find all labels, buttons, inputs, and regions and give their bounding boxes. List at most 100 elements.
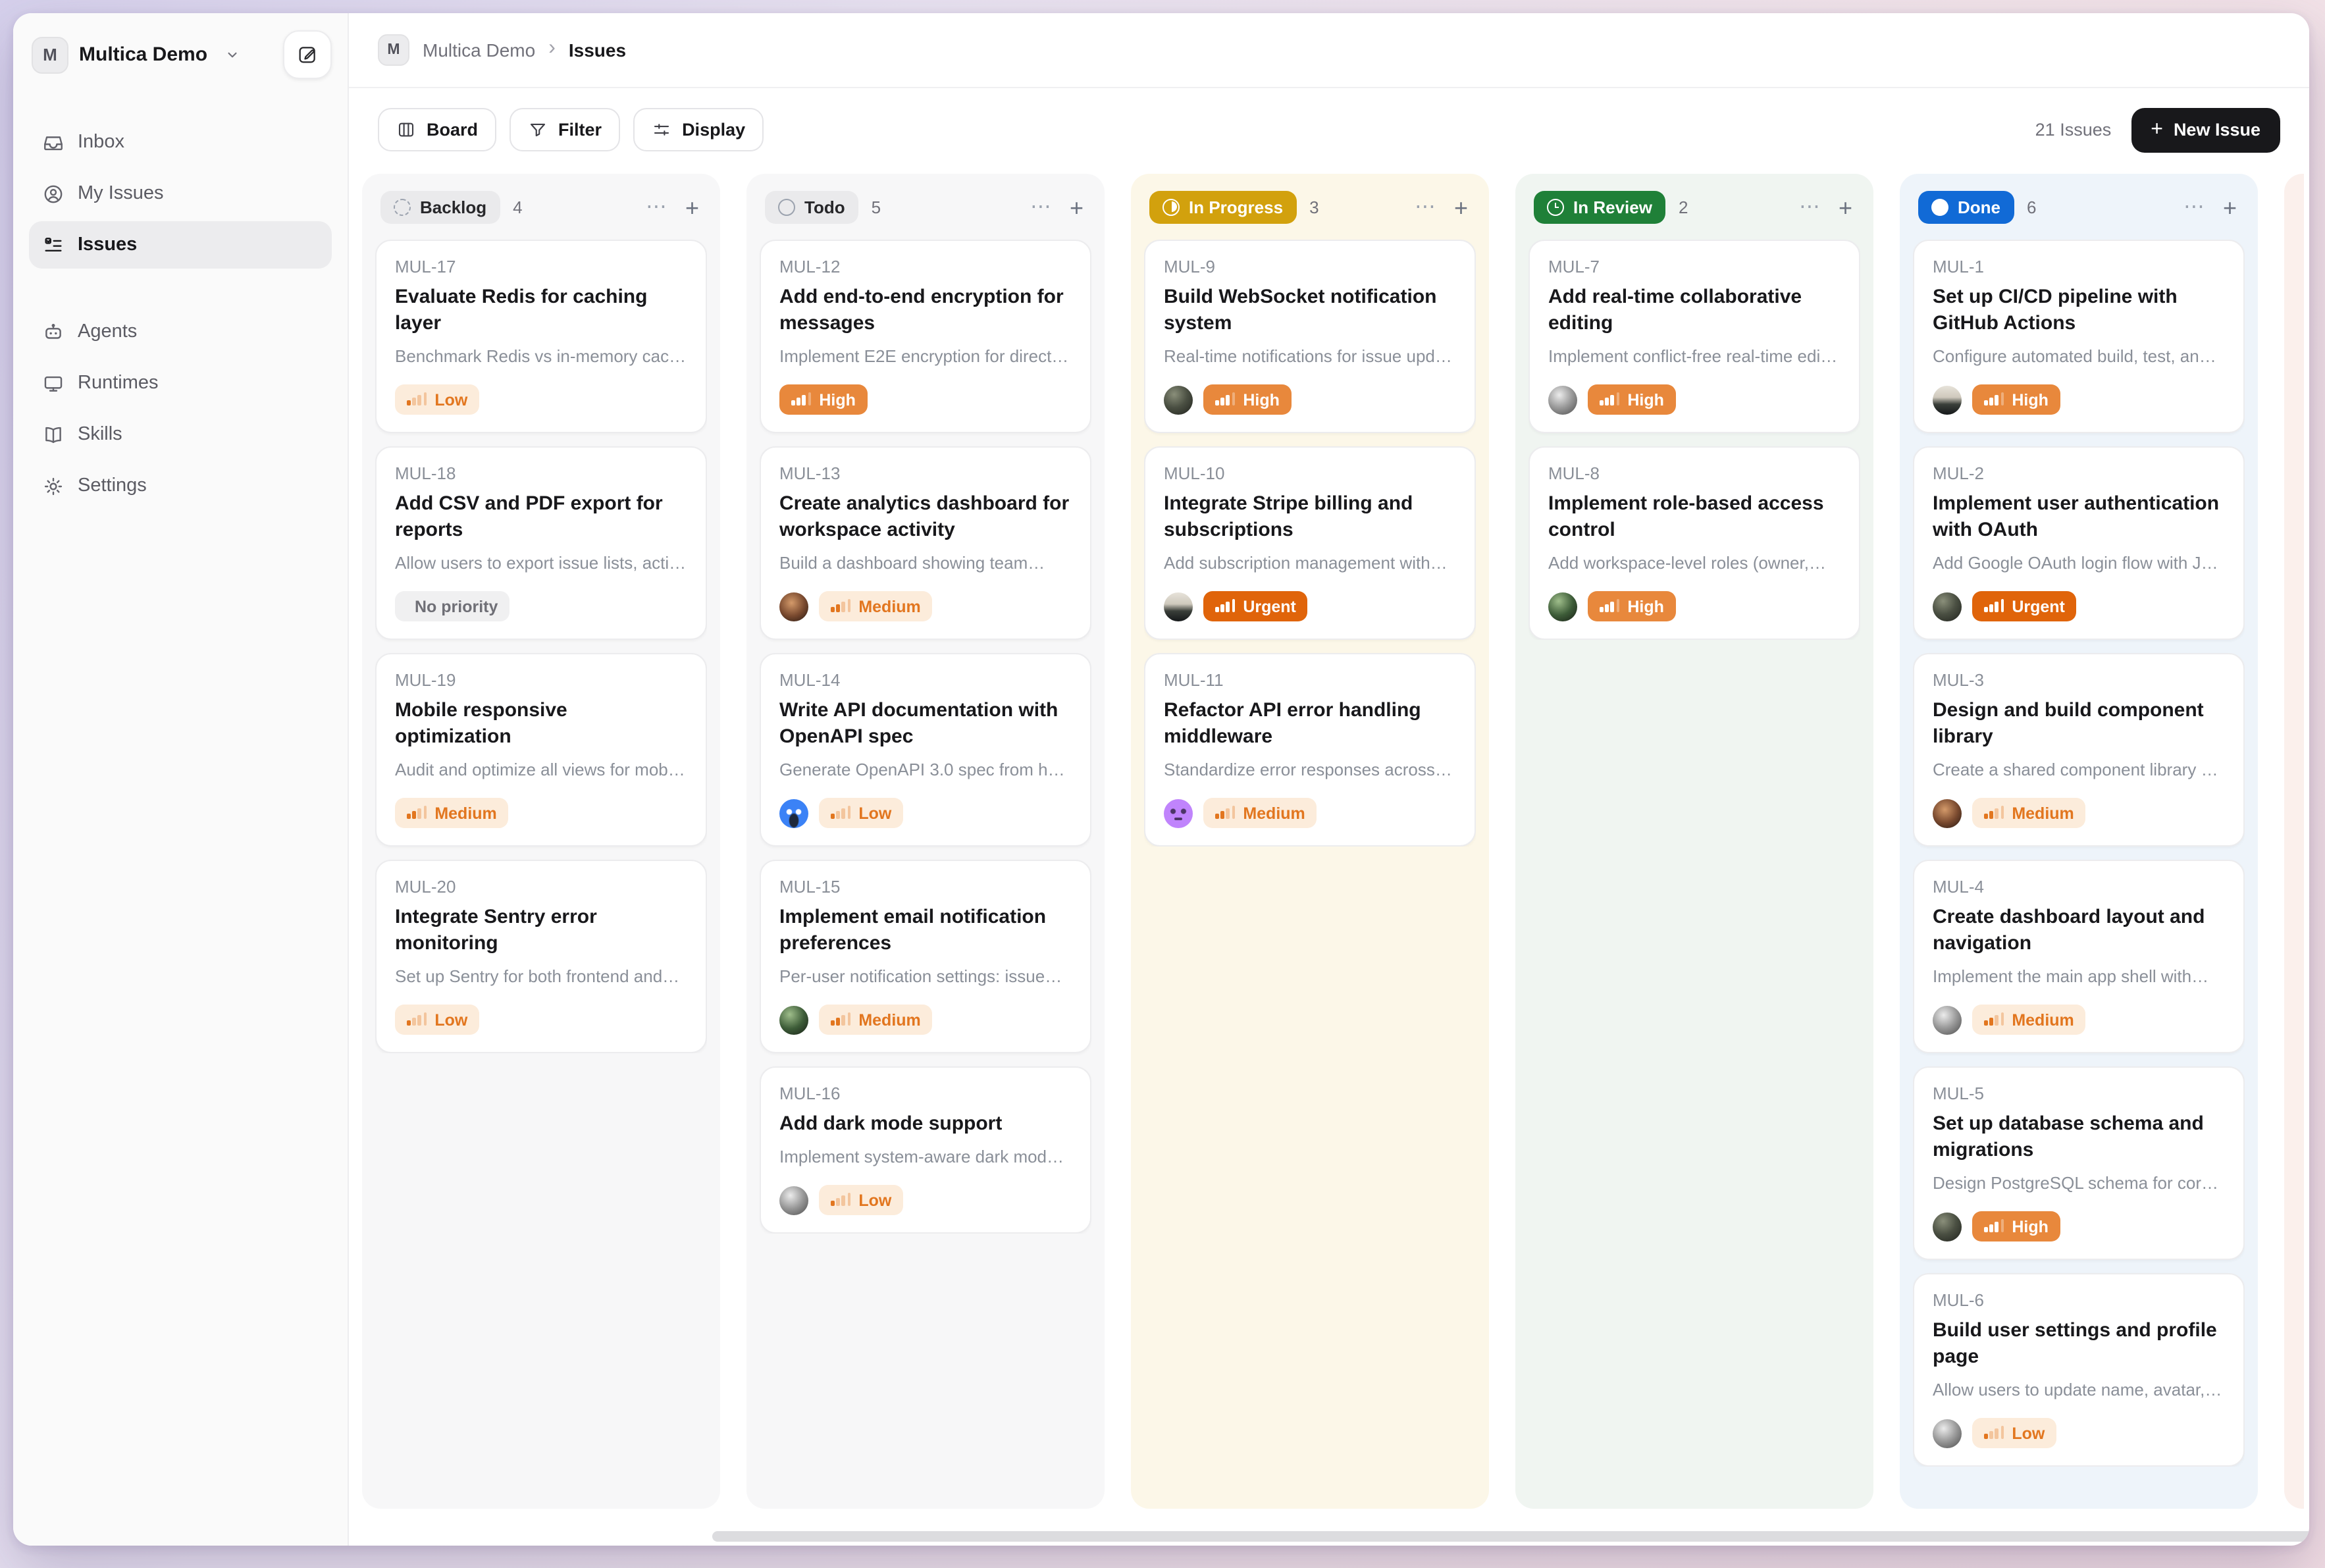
sidebar-item-my-issues[interactable]: My Issues [29,170,332,217]
column-add-button[interactable]: + [1836,193,1855,222]
issue-card[interactable]: MUL-8 Implement role-based access contro… [1528,446,1860,640]
issue-description: Audit and optimize all views for mobile… [395,758,687,782]
priority-icon [1600,390,1619,409]
priority-label: Medium [858,597,920,615]
sidebar-item-skills[interactable]: Skills [29,411,332,458]
issue-card[interactable]: MUL-9 Build WebSocket notification syste… [1144,240,1476,433]
column-status-pill[interactable]: Done [1918,191,2014,224]
issue-id: MUL-19 [395,670,687,690]
issue-card[interactable]: MUL-3 Design and build component library… [1913,653,2245,847]
assignee-avatar [1933,1006,1962,1035]
column-more-button[interactable]: ⋯ [2181,194,2207,221]
column-title: Done [1958,197,2000,217]
issue-footer: High [1548,384,1841,415]
issue-card[interactable]: MUL-16 Add dark mode support Implement s… [760,1067,1091,1234]
issue-card[interactable]: MUL-15 Implement email notification pref… [760,860,1091,1053]
column-status-pill[interactable]: Todo [765,191,858,224]
board-button[interactable]: Board [378,108,496,151]
assignee-avatar [1933,1419,1962,1448]
issue-title: Create analytics dashboard for workspace… [779,491,1072,544]
issue-footer: Medium [779,591,1072,621]
issue-card[interactable]: MUL-17 Evaluate Redis for caching layer … [375,240,707,433]
issue-footer: Medium [1933,798,2225,828]
column-add-button[interactable]: + [1067,193,1086,222]
breadcrumb-workspace[interactable]: Multica Demo [423,39,535,61]
issue-card[interactable]: MUL-1 Set up CI/CD pipeline with GitHub … [1913,240,2245,433]
priority-badge: Medium [1972,798,2086,828]
issue-card[interactable]: MUL-4 Create dashboard layout and naviga… [1913,860,2245,1053]
column-add-button[interactable]: + [683,193,702,222]
issue-card[interactable]: MUL-13 Create analytics dashboard for wo… [760,446,1091,640]
display-button[interactable]: Display [633,108,764,151]
priority-badge: Urgent [1203,591,1308,621]
compose-button[interactable] [283,30,332,79]
issue-card[interactable]: MUL-12 Add end-to-end encryption for mes… [760,240,1091,433]
issue-footer: Low [395,1005,687,1035]
filter-button[interactable]: Filter [509,108,620,151]
priority-label: No priority [415,597,498,615]
issue-card[interactable]: MUL-10 Integrate Stripe billing and subs… [1144,446,1476,640]
book-icon [42,423,65,446]
column-more-button[interactable]: ⋯ [1796,194,1823,221]
assignee-avatar [1164,798,1193,827]
sidebar-item-inbox[interactable]: Inbox [29,118,332,166]
sidebar-item-agents[interactable]: Agents [29,308,332,355]
workspace-switcher[interactable]: M Multica Demo [29,31,243,78]
issue-card[interactable]: MUL-18 Add CSV and PDF export for report… [375,446,707,640]
issue-card[interactable]: MUL-11 Refactor API error handling middl… [1144,653,1476,847]
column-title: Todo [804,197,845,217]
priority-badge: Medium [819,1005,933,1035]
issue-footer: Urgent [1164,591,1456,621]
priority-label: Medium [1243,804,1305,822]
issue-title: Build user settings and profile page [1933,1319,2225,1371]
priority-badge: Low [395,384,479,415]
column-more-button[interactable]: ⋯ [1028,194,1054,221]
issue-title: Refactor API error handling middleware [1164,698,1456,750]
issue-description: Allow users to update name, avatar,… [1933,1378,2225,1402]
new-issue-button[interactable]: + New Issue [2131,107,2280,152]
sidebar-item-runtimes[interactable]: Runtimes [29,359,332,407]
column-count: 4 [513,197,522,217]
issue-card[interactable]: MUL-2 Implement user authentication with… [1913,446,2245,640]
board-column-backlog: Backlog 4 ⋯ + MUL-17 Evaluate Redis for … [362,174,720,1509]
priority-badge: Low [819,1186,903,1216]
issue-description: Set up Sentry for both frontend and… [395,965,687,989]
issue-title: Evaluate Redis for caching layer [395,284,687,337]
column-status-pill[interactable]: In Progress [1149,191,1296,224]
sidebar: M Multica Demo InboxMy IssuesIssues Agent… [13,13,349,1546]
column-status-pill[interactable]: In Review [1534,191,1665,224]
issue-card[interactable]: MUL-19 Mobile responsive optimization Au… [375,653,707,847]
issue-description: Build a dashboard showing team… [779,552,1072,575]
priority-label: Medium [434,804,496,822]
priority-icon [791,390,811,409]
gear-icon [42,475,65,497]
priority-label: High [1243,390,1280,409]
issue-footer: Low [395,384,687,415]
issue-id: MUL-7 [1548,257,1841,276]
issue-card[interactable]: MUL-6 Build user settings and profile pa… [1913,1274,2245,1467]
issue-card[interactable]: MUL-7 Add real-time collaborative editin… [1528,240,1860,433]
issue-id: MUL-2 [1933,463,2225,483]
column-add-button[interactable]: + [2220,193,2239,222]
column-more-button[interactable]: ⋯ [1412,194,1438,221]
sidebar-item-settings[interactable]: Settings [29,462,332,510]
issue-id: MUL-15 [779,877,1072,897]
priority-icon [831,804,850,822]
issue-card[interactable]: MUL-20 Integrate Sentry error monitoring… [375,860,707,1053]
issue-footer: High [1164,384,1456,415]
column-more-button[interactable]: ⋯ [643,194,669,221]
issue-card[interactable]: MUL-5 Set up database schema and migrati… [1913,1067,2245,1261]
issue-card[interactable]: MUL-14 Write API documentation with Open… [760,653,1091,847]
breadcrumb: M Multica Demo › Issues [349,13,2309,88]
priority-icon [1984,1011,2004,1030]
column-status-pill[interactable]: Backlog [380,191,500,224]
sidebar-item-issues[interactable]: Issues [29,221,332,269]
priority-icon [831,1011,850,1030]
scrollbar-thumb[interactable] [712,1531,2309,1542]
column-add-button[interactable]: + [1451,193,1471,222]
issue-footer: High [1933,384,2225,415]
issue-id: MUL-4 [1933,877,2225,897]
issue-footer: Medium [1164,798,1456,828]
assignee-avatar [1164,385,1193,414]
issue-footer: Low [779,798,1072,828]
